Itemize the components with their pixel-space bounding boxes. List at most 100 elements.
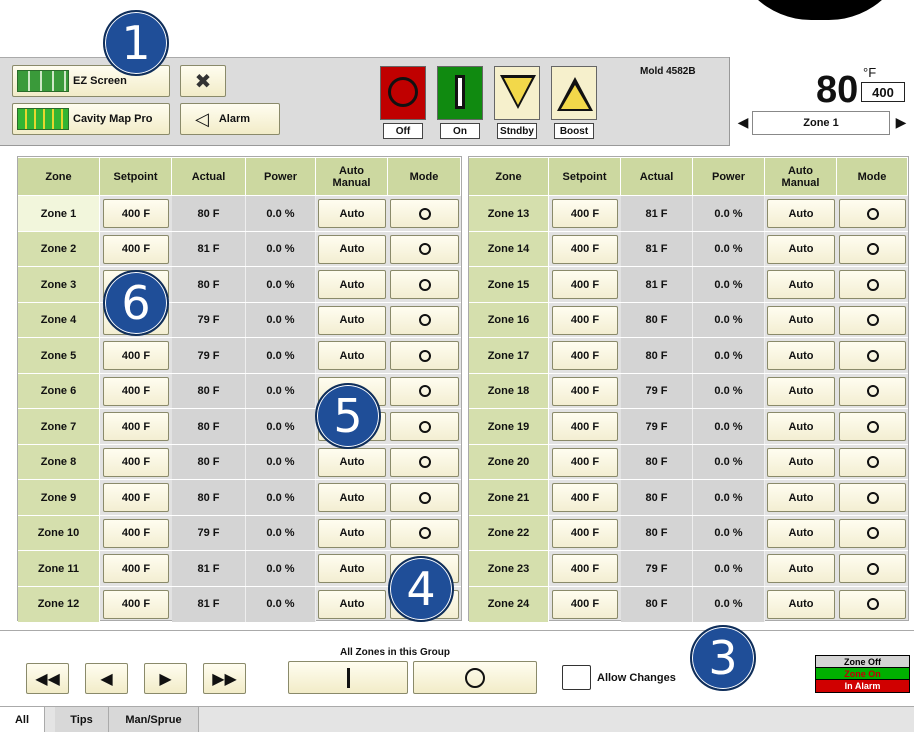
setpoint-button[interactable]: 400 F [552, 234, 618, 264]
mode-button[interactable] [839, 199, 906, 228]
auto-manual-button[interactable]: Auto [767, 199, 835, 228]
zone-name-cell[interactable]: Zone 19 [469, 409, 549, 444]
auto-manual-button[interactable]: Auto [318, 589, 386, 619]
mode-button[interactable] [390, 447, 459, 477]
auto-manual-button[interactable]: Auto [767, 376, 835, 406]
mode-button[interactable] [390, 234, 459, 264]
zone-name-cell[interactable]: Zone 13 [469, 196, 549, 231]
last-page-button[interactable]: ▶▶ [203, 663, 246, 694]
zone-name-cell[interactable]: Zone 10 [18, 515, 100, 551]
mode-button[interactable] [839, 341, 906, 370]
auto-manual-button[interactable]: Auto [767, 341, 835, 370]
auto-manual-button[interactable]: Auto [318, 483, 386, 512]
setpoint-button[interactable]: 400 F [103, 199, 169, 228]
mode-button[interactable] [839, 305, 906, 335]
auto-manual-button[interactable]: Auto [318, 199, 386, 228]
mode-button[interactable] [839, 554, 906, 583]
auto-manual-button[interactable]: Auto [318, 554, 386, 583]
setpoint-button[interactable]: 400 F [103, 554, 169, 583]
mode-button[interactable] [390, 305, 459, 335]
auto-manual-button[interactable]: Auto [767, 412, 835, 441]
zone-name-cell[interactable]: Zone 9 [18, 480, 100, 515]
mode-button[interactable] [839, 518, 906, 548]
mode-button[interactable] [390, 518, 459, 548]
zone-next-button[interactable]: ▶ [890, 111, 912, 135]
setpoint-button[interactable]: 400 F [552, 447, 618, 477]
setpoint-button[interactable]: 400 F [103, 589, 169, 619]
zone-name-cell[interactable]: Zone 8 [18, 444, 100, 480]
mode-button[interactable] [390, 483, 459, 512]
auto-manual-button[interactable]: Auto [318, 305, 386, 335]
mode-button[interactable] [390, 412, 459, 441]
zone-name-cell[interactable]: Zone 5 [18, 338, 100, 373]
mode-button[interactable] [839, 234, 906, 264]
zone-name-cell[interactable]: Zone 11 [18, 551, 100, 586]
setpoint-button[interactable]: 400 F [552, 305, 618, 335]
setpoint-button[interactable]: 400 F [552, 412, 618, 441]
setpoint-button[interactable]: 400 F [103, 518, 169, 548]
auto-manual-button[interactable]: Auto [767, 447, 835, 477]
setpoint-button[interactable]: 400 F [103, 483, 169, 512]
zone-name-cell[interactable]: Zone 24 [469, 586, 549, 622]
setpoint-button[interactable]: 400 F [552, 483, 618, 512]
all-zones-off-button[interactable] [413, 661, 537, 694]
setpoint-button[interactable]: 400 F [103, 412, 169, 441]
tools-button[interactable]: ✖ [180, 65, 226, 97]
auto-manual-button[interactable]: Auto [767, 270, 835, 299]
setpoint-button[interactable]: 400 F [552, 554, 618, 583]
mode-button[interactable] [390, 199, 459, 228]
tab-man-sprue[interactable]: Man/Sprue [109, 707, 199, 732]
mode-button[interactable] [839, 376, 906, 406]
zone-name-cell[interactable]: Zone 15 [469, 267, 549, 302]
alarm-button[interactable]: ◁ Alarm [180, 103, 280, 135]
setpoint-button[interactable]: 400 F [103, 341, 169, 370]
off-state-button[interactable] [380, 66, 426, 120]
zone-name-cell[interactable]: Zone 6 [18, 373, 100, 409]
auto-manual-button[interactable]: Auto [767, 305, 835, 335]
next-page-button[interactable]: ▶ [144, 663, 187, 694]
first-page-button[interactable]: ◀◀ [26, 663, 69, 694]
zone-name-cell[interactable]: Zone 12 [18, 586, 100, 622]
auto-manual-button[interactable]: Auto [318, 518, 386, 548]
cavity-map-button[interactable]: Cavity Map Pro [12, 103, 170, 135]
auto-manual-button[interactable]: Auto [767, 589, 835, 619]
zone-name-cell[interactable]: Zone 14 [469, 231, 549, 267]
boost-state-button[interactable] [551, 66, 597, 120]
all-zones-on-button[interactable] [288, 661, 408, 694]
zone-name-cell[interactable]: Zone 20 [469, 444, 549, 480]
setpoint-button[interactable]: 400 F [552, 518, 618, 548]
mode-button[interactable] [390, 270, 459, 299]
auto-manual-button[interactable]: Auto [767, 234, 835, 264]
auto-manual-button[interactable]: Auto [318, 447, 386, 477]
mode-button[interactable] [390, 376, 459, 406]
zone-name-cell[interactable]: Zone 18 [469, 373, 549, 409]
auto-manual-button[interactable]: Auto [318, 270, 386, 299]
zone-name-cell[interactable]: Zone 17 [469, 338, 549, 373]
auto-manual-button[interactable]: Auto [767, 518, 835, 548]
tab-all[interactable]: All [0, 707, 45, 732]
mode-button[interactable] [390, 341, 459, 370]
setpoint-button[interactable]: 400 F [103, 376, 169, 406]
auto-manual-button[interactable]: Auto [318, 234, 386, 264]
zone-selector[interactable]: Zone 1 [752, 111, 890, 135]
zone-name-cell[interactable]: Zone 4 [18, 302, 100, 338]
setpoint-button[interactable]: 400 F [552, 199, 618, 228]
setpoint-button[interactable]: 400 F [552, 376, 618, 406]
zone-prev-button[interactable]: ◀ [734, 111, 752, 135]
mode-button[interactable] [839, 483, 906, 512]
zone-name-cell[interactable]: Zone 22 [469, 515, 549, 551]
zone-name-cell[interactable]: Zone 21 [469, 480, 549, 515]
allow-changes-checkbox[interactable] [562, 665, 591, 690]
mode-button[interactable] [839, 412, 906, 441]
zone-name-cell[interactable]: Zone 23 [469, 551, 549, 586]
auto-manual-button[interactable]: Auto [767, 554, 835, 583]
tab-tips[interactable]: Tips [55, 707, 109, 732]
prev-page-button[interactable]: ◀ [85, 663, 128, 694]
on-state-button[interactable] [437, 66, 483, 120]
mode-button[interactable] [839, 447, 906, 477]
setpoint-button[interactable]: 400 F [552, 589, 618, 619]
zone-name-cell[interactable]: Zone 16 [469, 302, 549, 338]
setpoint-button[interactable]: 400 F [103, 234, 169, 264]
setpoint-display[interactable]: 400 [861, 82, 905, 102]
auto-manual-button[interactable]: Auto [767, 483, 835, 512]
